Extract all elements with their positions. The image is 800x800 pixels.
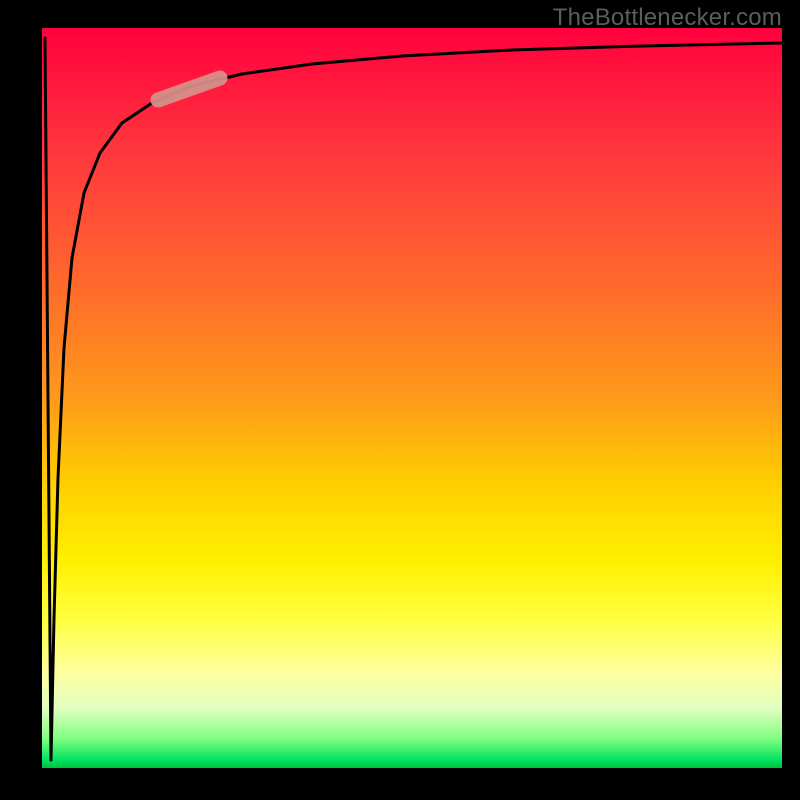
chart-stage: TheBottlenecker.com <box>0 0 800 800</box>
bottleneck-curve-path <box>45 38 782 760</box>
chart-plot-area <box>42 28 782 768</box>
highlight-segment <box>158 78 220 100</box>
chart-curve <box>42 28 782 768</box>
watermark-text: TheBottlenecker.com <box>553 4 782 32</box>
